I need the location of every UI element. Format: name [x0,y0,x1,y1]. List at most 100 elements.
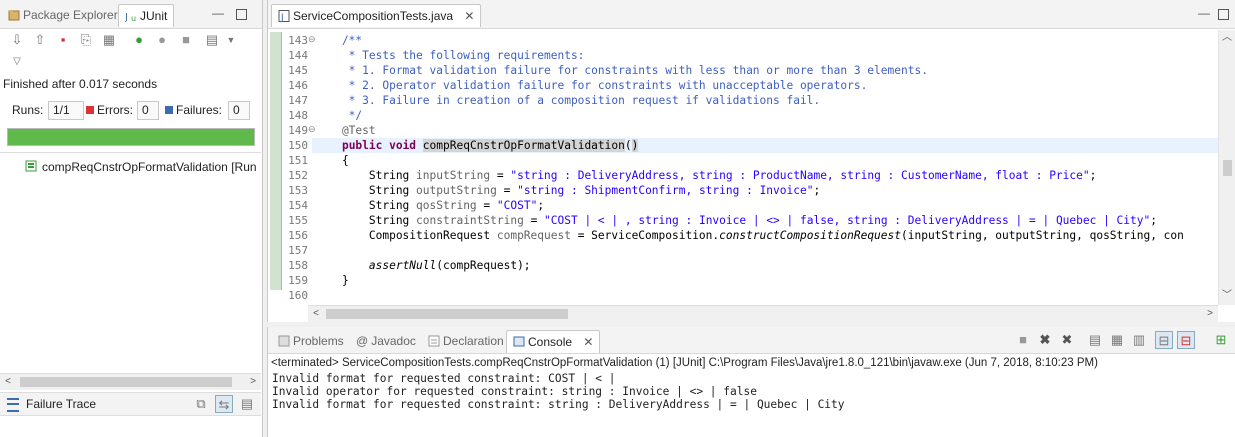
clear-console-icon[interactable]: ▤ [1086,331,1104,349]
code-token: ; [1150,214,1157,227]
scroll-right-icon[interactable]: > [245,374,261,390]
scroll-left-icon[interactable]: < [0,374,16,390]
tab-console[interactable]: Console ✕ [506,330,601,353]
line-number: 149 [288,124,308,137]
code-line: String constraintString = "COST | < | , … [315,214,1157,227]
console-view: Problems @ Javadoc Declaration Console ✕ … [267,327,1235,437]
code-token: assertNull [368,259,437,272]
tab-declaration[interactable]: Declaration [422,330,510,352]
failures-value: 0 [228,101,250,120]
show-failures-only-icon[interactable]: ▪ [54,31,72,49]
left-horizontal-scrollbar[interactable]: < > [0,373,261,390]
console-output-line: Invalid operator for requested constrain… [272,385,757,398]
console-output-line: Invalid format for requested constraint:… [272,398,845,411]
remove-all-terminated-icon[interactable]: ✖ [1058,331,1076,349]
console-output-line: Invalid format for requested constraint:… [272,372,616,385]
tab-junit[interactable]: Ju JUnit [118,4,175,27]
left-tab-bar: Package Explorer Ju JUnit — [0,0,262,29]
code-token: String [315,214,417,227]
editor-maximize-icon[interactable] [1218,9,1229,20]
failures-label: Failures: [165,103,222,117]
editor-tab-label: ServiceCompositionTests.java [293,9,454,23]
tab-problems[interactable]: Problems [272,330,350,352]
remove-launch-icon[interactable]: ✖ [1036,331,1054,349]
runs-value: 1/1 [48,101,84,120]
code-line: public void compReqCnstrOpFormatValidati… [315,139,639,152]
view-menu-icon[interactable]: ▽ [8,53,26,71]
copy-trace-icon[interactable]: ▤ [238,395,256,413]
editor-scroll-right-icon[interactable]: > [1202,306,1218,322]
tab-junit-label: JUnit [140,9,168,23]
code-line: assertNull(compRequest); [315,259,531,272]
test-tree-item[interactable]: compReqCnstrOpFormatValidation [Run [25,160,261,174]
close-icon[interactable]: ✕ [464,9,474,23]
editor-scroll-left-icon[interactable]: < [308,306,324,322]
stop-icon[interactable]: ■ [177,31,195,49]
editor-horizontal-scrollbar[interactable]: < > [308,305,1218,322]
code-line: * Tests the following requirements: [315,49,585,62]
console-icon [513,333,525,347]
code-token: = [523,214,545,227]
code-token: compRequest [496,229,571,242]
tab-problems-label: Problems [293,334,344,348]
code-token: "string : ShipmentConfirm, string : Invo… [517,184,814,197]
editor-vertical-scrollbar[interactable]: ︿ ﹀ [1218,30,1235,305]
editor-scroll-thumb[interactable] [1223,160,1232,176]
filter-stack-trace-icon[interactable]: ⇆ [215,395,233,413]
scroll-down-icon[interactable]: ﹀ [1219,288,1235,304]
scroll-lock-console-icon[interactable]: ▦ [1108,331,1126,349]
line-number: 143 [288,34,308,47]
code-token: /** [315,34,363,47]
code-token: */ [315,109,363,122]
editor-hscroll-thumb[interactable] [326,309,568,319]
tab-package-explorer[interactable]: Package Explorer [2,4,124,26]
history-dropdown-icon[interactable]: ▼ [222,31,240,49]
show-on-stderr-icon[interactable]: ⊟ [1177,331,1195,349]
maximize-icon[interactable] [236,9,247,20]
next-failure-icon[interactable]: ⇩ [8,31,26,49]
code-line: { [315,154,349,167]
console-output[interactable]: Invalid format for requested constraint:… [272,372,845,411]
line-number: 160 [288,289,308,302]
code-token: = [490,169,511,182]
svg-text:J: J [280,13,284,22]
editor-minimize-icon[interactable]: — [1198,7,1210,19]
code-token: String [315,199,417,212]
code-line: String inputString = "string : DeliveryA… [315,169,1096,182]
open-console-icon[interactable]: ⊞ [1212,331,1230,349]
scroll-lock-icon[interactable]: ⎘ [77,31,95,49]
javadoc-icon: @ [356,334,369,348]
failure-trace-icon [7,398,19,412]
tab-declaration-label: Declaration [443,334,504,348]
word-wrap-icon[interactable]: ▥ [1130,331,1148,349]
code-token: = [476,199,497,212]
tab-javadoc[interactable]: @ Javadoc [350,330,422,352]
scroll-thumb[interactable] [20,377,232,387]
code-token: constructCompositionRequest [719,229,901,242]
show-on-stdout-icon[interactable]: ⊟ [1155,331,1173,349]
code-area[interactable]: 143 ⊖ /** 144 * Tests the following requir… [268,32,1218,304]
rerun-test-icon[interactable]: ● [130,31,148,49]
console-close-icon[interactable]: ✕ [583,335,593,349]
test-run-history-icon[interactable]: ▤ [203,31,221,49]
code-token: ( [624,139,632,152]
minimize-icon[interactable]: — [212,7,224,19]
junit-view: Package Explorer Ju JUnit — ⇩ ⇧ ▪ ⎘ ▦ ● … [0,0,263,437]
previous-failure-icon[interactable]: ⇧ [31,31,49,49]
code-token: "string : DeliveryAddress, string : Prod… [510,169,1090,182]
failure-icon [165,106,173,114]
compare-result-icon[interactable]: ⧉ [192,395,210,413]
code-token: "COST | < | , string : Invoice | <> | fa… [544,214,1151,227]
errors-label-text: Errors: [97,103,133,117]
layout-icon[interactable]: ▦ [100,31,118,49]
scroll-up-icon[interactable]: ︿ [1219,30,1235,46]
rerun-failed-first-icon[interactable]: ● [153,31,171,49]
code-token: CompositionRequest [315,229,497,242]
terminate-icon[interactable]: ■ [1014,331,1032,349]
tab-service-composition-tests[interactable]: J ServiceCompositionTests.java ✕ [271,4,482,27]
failure-trace-header: Failure Trace ⧉ ⇆ ▤ [0,392,261,416]
code-line: /** [315,34,362,47]
line-number: 151 [288,154,308,167]
